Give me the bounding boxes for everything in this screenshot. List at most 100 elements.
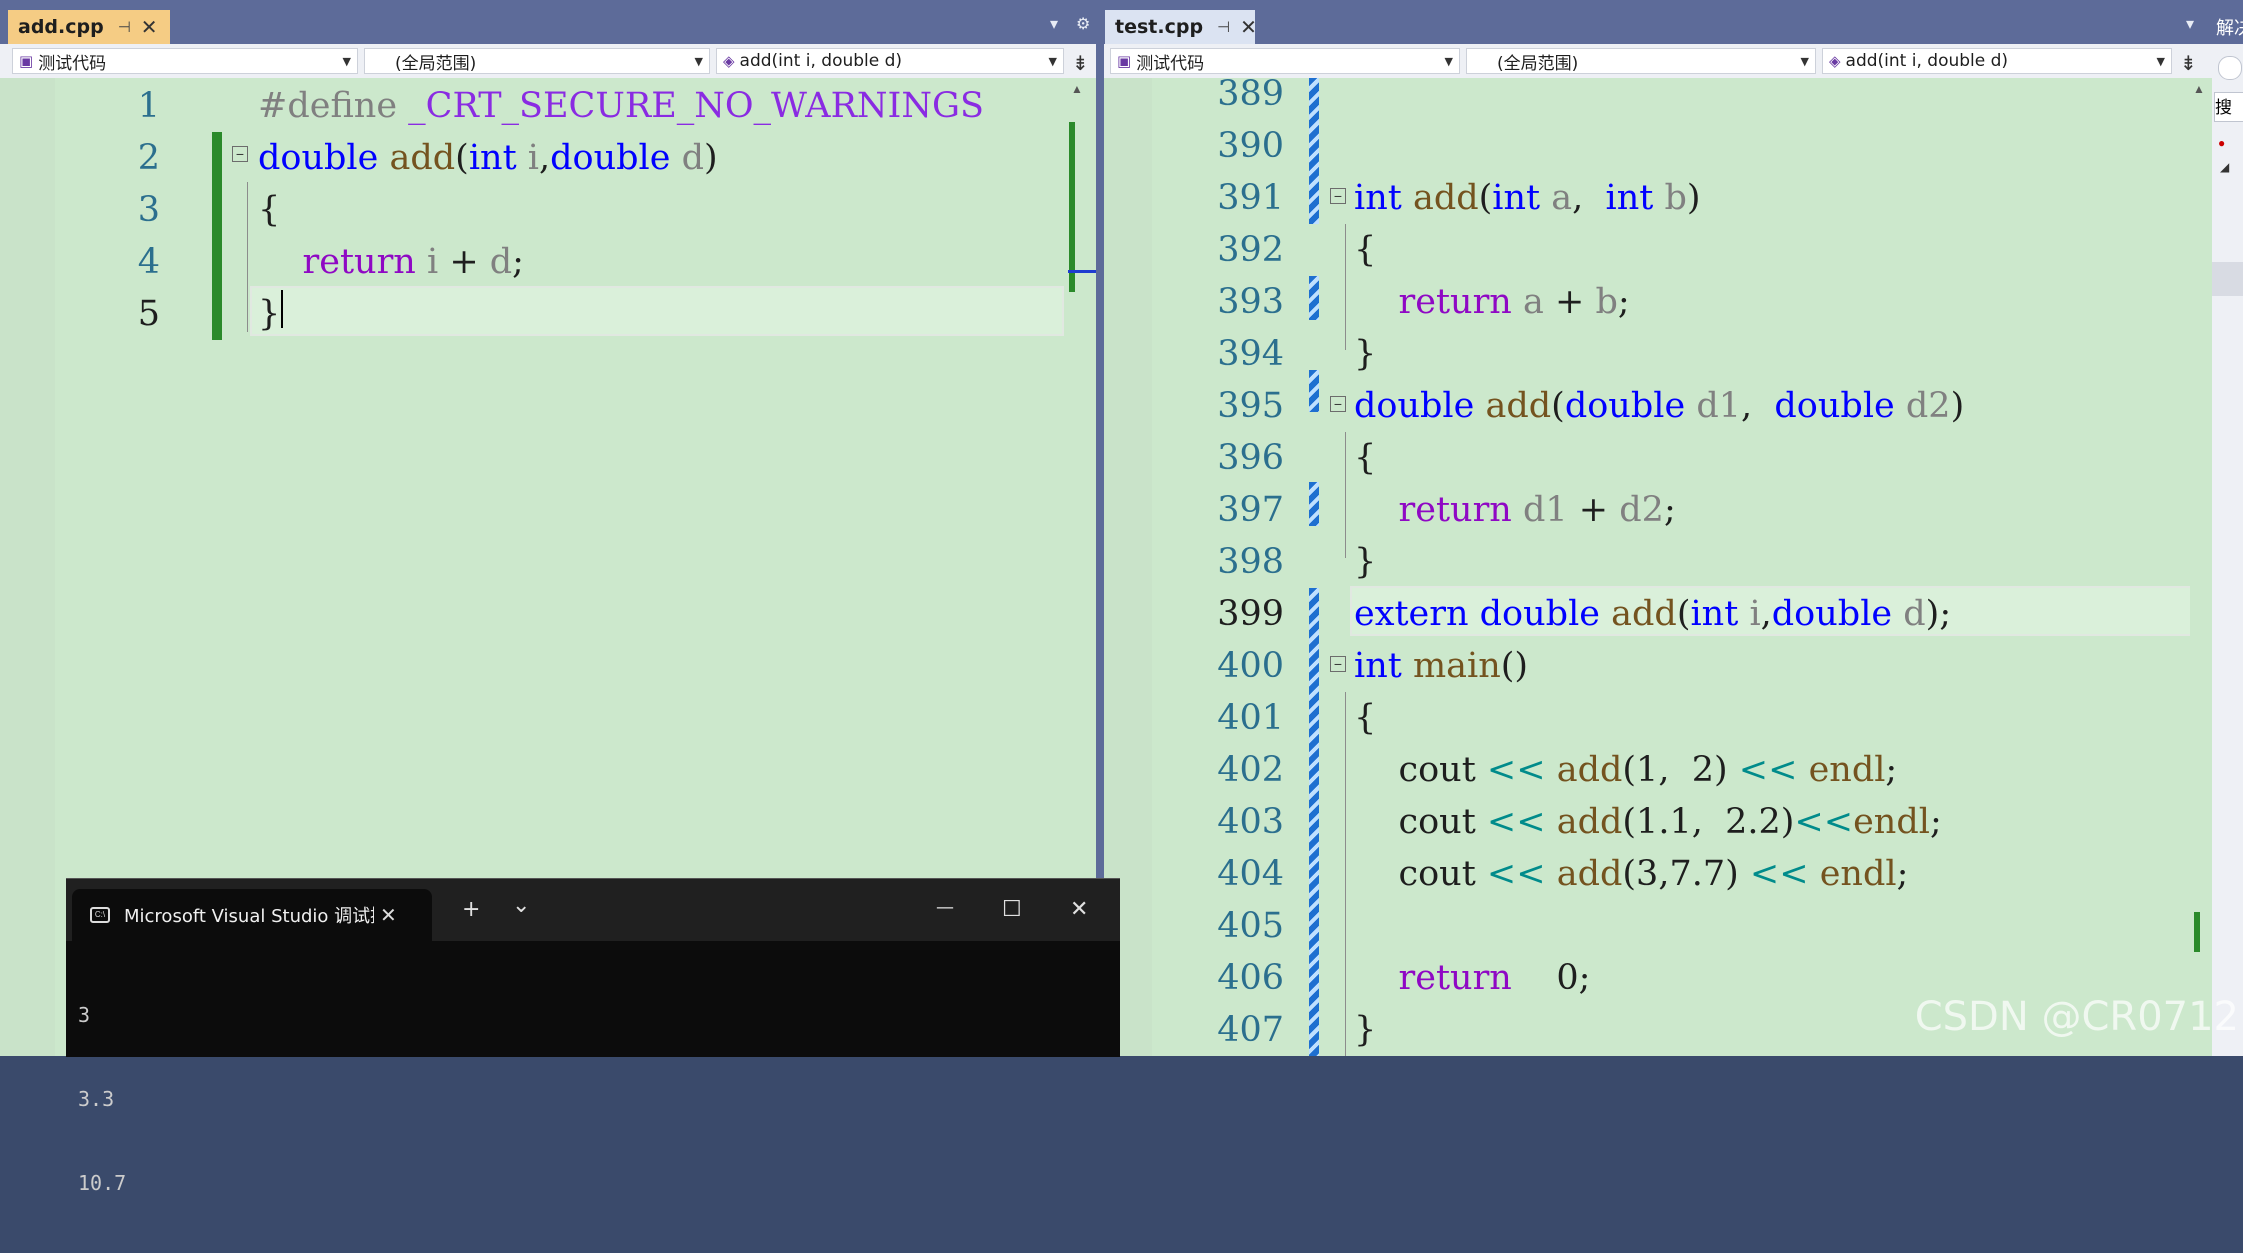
line-number: 3 [137, 190, 160, 230]
code-token: ) [1686, 178, 1701, 218]
chevron-down-icon: ▼ [2156, 55, 2165, 68]
line-number: 389 [1217, 74, 1284, 114]
line-number: 2 [137, 138, 160, 178]
code-token: ; [1929, 802, 1942, 842]
chevron-down-icon: ▼ [1048, 55, 1057, 68]
code-token: d [489, 242, 513, 282]
scroll-up-icon[interactable]: ▲ [2193, 82, 2205, 96]
method-icon: ◈ [1829, 52, 1841, 70]
expand-icon[interactable]: ◢ [2220, 160, 2229, 174]
terminal-title-bar: C:\ Microsoft Visual Studio 调试控制台 ✕ + ⌄ … [66, 879, 1120, 941]
right-code-editor[interactable]: − − − 389 390 391 int add(int a, int b) 392{… [1104, 74, 2212, 1056]
split-window-icon[interactable]: ⇟ [2180, 51, 2197, 76]
close-icon[interactable]: ✕ [1240, 15, 1257, 39]
code-token: int [1354, 646, 1402, 686]
chevron-down-icon[interactable]: ▾ [2186, 14, 2194, 34]
scroll-up-icon[interactable]: ▲ [1071, 82, 1083, 96]
code-token: } [1354, 334, 1377, 374]
code-token: add [1485, 386, 1552, 426]
close-icon[interactable]: ✕ [380, 903, 397, 928]
collapse-icon[interactable]: − [1330, 656, 1346, 672]
project-icon: ▣ [1117, 52, 1132, 70]
search-input[interactable]: 搜 [2214, 92, 2243, 122]
code-token: _CRT_SECURE_NO_WARNINGS [408, 86, 984, 126]
code-token: } [1354, 1010, 1377, 1050]
terminal-tab[interactable]: C:\ Microsoft Visual Studio 调试控制台 ✕ [72, 889, 432, 941]
member-dropdown[interactable]: ◈ add(int i, double d) ▼ [716, 48, 1064, 74]
code-token: { [1354, 438, 1377, 478]
line-number: 405 [1217, 906, 1284, 946]
left-margin [0, 78, 55, 1056]
code-token: double [1774, 386, 1895, 426]
scope-dropdown[interactable]: (全局范围) ▼ [364, 48, 710, 74]
collapse-icon[interactable]: − [1330, 188, 1346, 204]
collapse-icon[interactable]: − [1330, 396, 1346, 412]
code-token: d2 [1905, 386, 1951, 426]
tab-dropdown-button[interactable]: ⌄ [512, 893, 530, 918]
new-tab-button[interactable]: + [462, 897, 480, 922]
selected-tree-row[interactable] [2212, 262, 2243, 296]
project-dropdown[interactable]: ▣ 测试代码 ▼ [12, 48, 358, 74]
fold-guide [1345, 692, 1346, 1056]
line-number: 403 [1217, 802, 1284, 842]
code-line: } [258, 288, 280, 340]
maximize-button[interactable]: ☐ [1002, 897, 1022, 922]
split-window-icon[interactable]: ⇟ [1072, 51, 1089, 76]
change-indicator-stripe [1309, 588, 1319, 1056]
member-dropdown[interactable]: ◈ add(int i, double d) ▼ [1822, 48, 2172, 74]
code-token: ( [455, 138, 469, 178]
line-number: 396 [1217, 438, 1284, 478]
code-line: { [1354, 224, 1376, 276]
code-line: int add(int a, int b) [1354, 172, 1701, 224]
right-vertical-scrollbar[interactable]: ▲ [2190, 78, 2208, 1056]
tab-add-cpp[interactable]: add.cpp ⊣ ✕ [8, 10, 170, 44]
code-token: << [1794, 802, 1854, 842]
code-line: double add(double d1, double d2) [1354, 380, 1964, 432]
method-icon: ◈ [723, 52, 735, 70]
code-line: cout << add(1, 2) << endl; [1354, 744, 1898, 796]
pin-icon[interactable]: ⊣ [1217, 18, 1230, 36]
back-icon[interactable] [2218, 56, 2242, 80]
line-number: 5 [137, 294, 160, 334]
close-icon[interactable]: ✕ [141, 15, 158, 39]
file-icon: ● [2218, 136, 2226, 150]
line-number: 404 [1217, 854, 1284, 894]
chevron-down-icon[interactable]: ▾ [1050, 14, 1058, 34]
code-token: << [1738, 750, 1798, 790]
fold-guide [1345, 432, 1346, 558]
pin-icon[interactable]: ⊣ [118, 18, 131, 36]
output-line: 3 [78, 1003, 91, 1027]
line-number: 402 [1217, 750, 1284, 790]
line-number: 393 [1217, 282, 1284, 322]
scope-dropdown[interactable]: (全局范围) ▼ [1466, 48, 1816, 74]
collapse-icon[interactable]: − [232, 146, 248, 162]
code-token: ( [1478, 178, 1493, 218]
member-label: add(int i, double d) [739, 51, 903, 71]
minimize-button[interactable]: — [936, 897, 954, 918]
window-close-button[interactable]: ✕ [1070, 897, 1088, 922]
gear-icon[interactable]: ⚙ [1076, 14, 1090, 34]
tab-test-cpp[interactable]: test.cpp ⊣ ✕ [1105, 10, 1257, 44]
terminal-output[interactable]: 3 3.3 10.7 [78, 945, 126, 1253]
code-token: double [1354, 386, 1475, 426]
code-token: cout [1354, 802, 1487, 842]
code-token: cout [1354, 854, 1487, 894]
code-line: return a + b; [1354, 276, 1630, 328]
change-indicator-stripe [1309, 370, 1319, 412]
output-line: 3.3 [78, 1087, 115, 1111]
line-number: 399 [1217, 594, 1284, 634]
code-token: ; [1617, 282, 1630, 322]
code-line: double add(int i,double d) [258, 132, 718, 184]
line-number: 406 [1217, 958, 1284, 998]
